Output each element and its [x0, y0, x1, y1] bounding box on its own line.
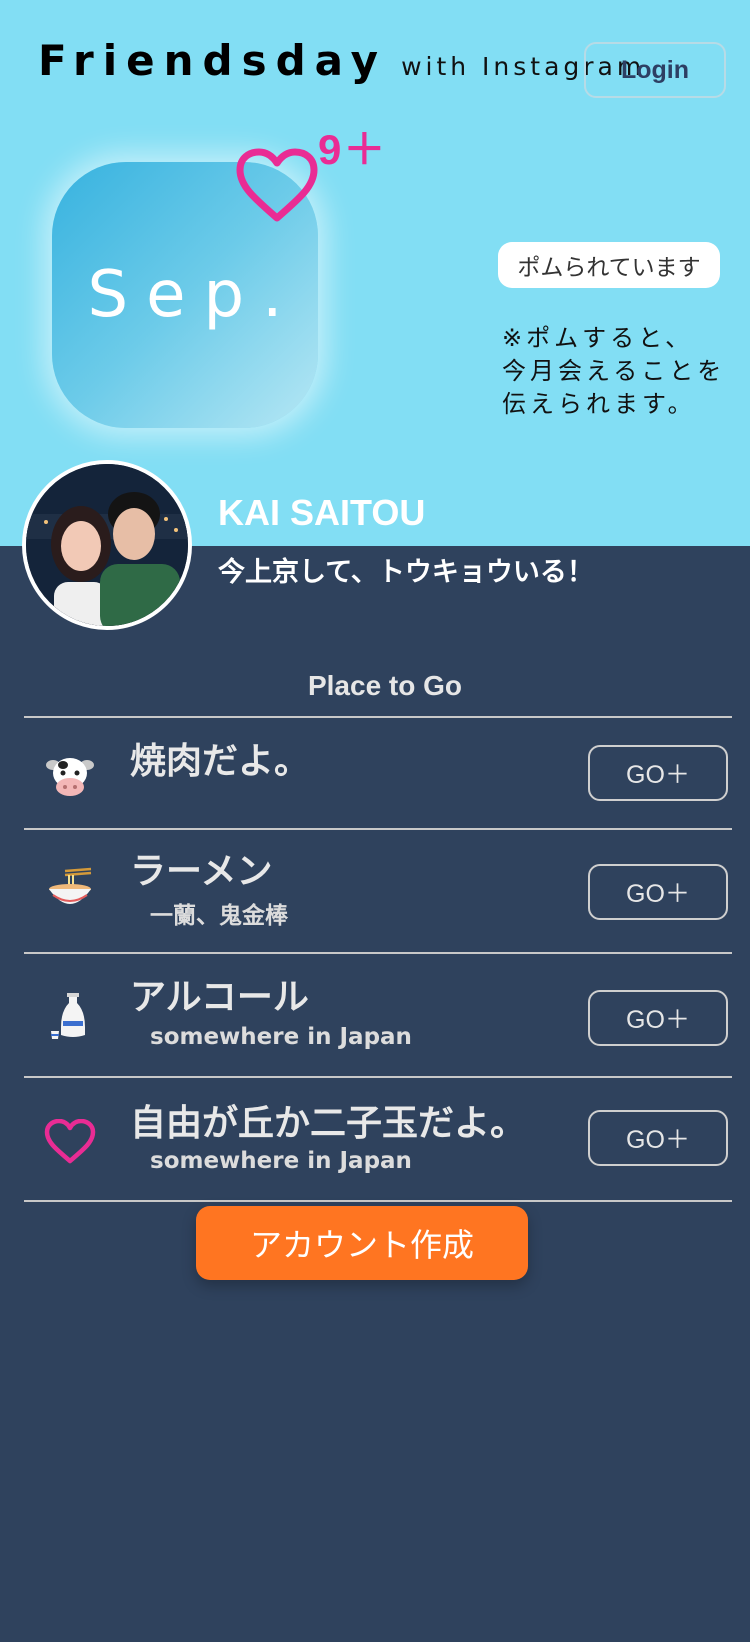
user-name: KAI SAITOU [218, 492, 426, 533]
go-button[interactable]: GO＋ [588, 745, 728, 801]
avatar[interactable] [22, 460, 192, 630]
divider [24, 1200, 732, 1202]
go-button[interactable]: GO＋ [588, 1110, 728, 1166]
month-label: Sep. [87, 258, 301, 332]
section-title: Place to Go [307, 670, 463, 701]
place-row: 焼肉だよ。 GO＋ [0, 718, 750, 830]
place-title: 自由が丘か二子玉だよ。 [130, 1103, 527, 1144]
pom-note-line: 伝えられます。 [502, 390, 696, 418]
place-title: ラーメン [130, 851, 273, 892]
heart-count: 9＋ [318, 126, 388, 173]
cow-face-icon [40, 746, 100, 806]
pom-note-line: 今月会えることを [502, 357, 726, 385]
create-account-button[interactable]: アカウント作成 [196, 1206, 528, 1280]
pom-note: ※ポムすると、 今月会えることを 伝えられます。 [502, 322, 747, 421]
avatar-photo [26, 464, 188, 626]
heart-outline-icon [40, 1112, 100, 1172]
pom-status-badge: ポムられています [498, 242, 720, 288]
go-button[interactable]: GO＋ [588, 990, 728, 1046]
place-subtitle: somewhere in Japan [150, 1148, 412, 1174]
ramen-bowl-icon [40, 860, 100, 920]
heart-icon[interactable] [236, 148, 318, 224]
place-row: 自由が丘か二子玉だよ。 somewhere in Japan GO＋ [0, 1078, 750, 1202]
place-title: 焼肉だよ。 [130, 741, 311, 782]
sake-bottle-icon [40, 986, 100, 1046]
place-subtitle: somewhere in Japan [150, 1024, 412, 1050]
pom-note-line: ※ポムすると、 [502, 324, 694, 352]
place-title: アルコール [130, 977, 309, 1018]
place-row: ラーメン 一蘭、鬼金棒 GO＋ [0, 830, 750, 954]
user-status: 今上京して、トウキョウいる！ [218, 557, 594, 588]
go-button[interactable]: GO＋ [588, 864, 728, 920]
place-row: アルコール somewhere in Japan GO＋ [0, 954, 750, 1076]
login-button[interactable]: Login [584, 42, 726, 98]
brand-name: Friendsday [38, 36, 388, 85]
place-subtitle: 一蘭、鬼金棒 [150, 903, 288, 929]
app-logo: Friendsday with Instagram [38, 36, 645, 92]
